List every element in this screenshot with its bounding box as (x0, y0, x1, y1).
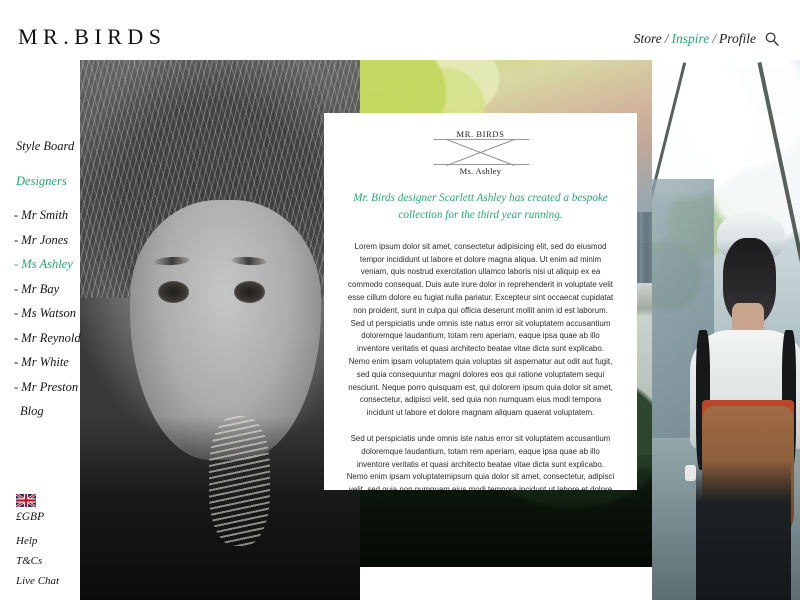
article-card: MR. BIRDS Ms. Ashley Mr. Birds designer … (324, 113, 637, 490)
sidebar-item-mr-jones[interactable]: - Mr Jones (0, 233, 80, 247)
footer-link-terms[interactable]: T&Cs (0, 555, 80, 567)
nav-item-profile[interactable]: Profile (719, 31, 756, 46)
sidebar-item-blog[interactable]: Blog (0, 405, 80, 418)
backpacker-lower-body (696, 459, 792, 600)
collab-logo-designer: Ms. Ashley (459, 166, 502, 177)
portrait-chain (208, 416, 271, 546)
currency-selector[interactable]: £GBP (0, 511, 80, 524)
portrait-eye-right (234, 281, 265, 303)
nav-separator-2: / (712, 31, 716, 46)
footer-link-help[interactable]: Help (0, 535, 80, 547)
image-left-portrait (80, 60, 360, 600)
sidebar-item-mr-preston[interactable]: - Mr Preston (0, 380, 80, 394)
search-icon[interactable] (764, 31, 780, 47)
backpacker-watch (684, 465, 697, 482)
image-right-backpacker (652, 60, 800, 600)
sidebar-navigation: Style Board Designers - Mr Smith - Mr Jo… (0, 140, 81, 431)
article-headline: Mr. Birds designer Scarlett Ashley has c… (353, 192, 608, 222)
collab-logo-brand: MR. BIRDS (456, 129, 505, 139)
portrait-eye-left (158, 281, 190, 303)
collab-logo-cross-icon (433, 141, 529, 163)
uk-flag-icon[interactable] (16, 494, 36, 507)
nav-separator-1: / (664, 31, 669, 46)
sidebar-item-mr-smith[interactable]: - Mr Smith (0, 209, 80, 222)
sidebar-item-mr-white[interactable]: - Mr White (0, 356, 80, 369)
sidebar-item-style-board[interactable]: Style Board (0, 140, 80, 153)
nav-item-store[interactable]: Store (634, 31, 662, 46)
sidebar-item-mr-reynold[interactable]: - Mr Reynold (0, 331, 81, 345)
designer-collab-logo: MR. BIRDS Ms. Ashley (432, 129, 529, 178)
sidebar-footer: £GBP Help T&Cs Live Chat (0, 494, 80, 596)
page-root: MR.BIRDS Store / Inspire / Profile Style Boa… (0, 0, 800, 600)
site-logo[interactable]: MR.BIRDS (18, 26, 167, 48)
footer-link-live-chat[interactable]: Live Chat (0, 575, 80, 587)
sidebar-item-ms-watson[interactable]: - Ms Watson (0, 307, 80, 320)
main-navigation: Store / Inspire / Profile (634, 32, 756, 46)
sidebar-item-mr-bay[interactable]: - Mr Bay (0, 282, 80, 296)
article-paragraph-1: Lorem ipsum dolor sit amet, consectetur … (347, 241, 614, 418)
site-header: MR.BIRDS Store / Inspire / Profile (0, 0, 800, 60)
sidebar-item-ms-ashley[interactable]: - Ms Ashley (0, 258, 80, 271)
nav-item-inspire[interactable]: Inspire (671, 31, 709, 46)
sidebar-heading-designers[interactable]: Designers (0, 174, 80, 188)
article-paragraph-2: Sed ut perspiciatis unde omnis iste natu… (346, 433, 615, 490)
